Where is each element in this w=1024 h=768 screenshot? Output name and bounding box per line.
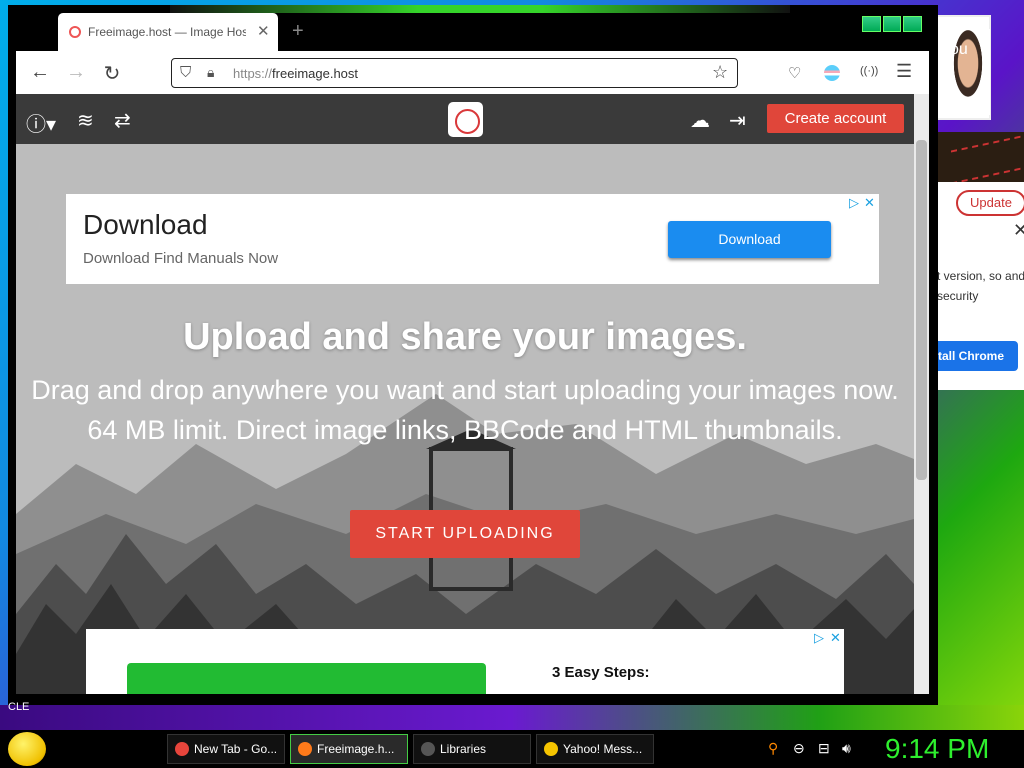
forward-arrow-icon[interactable]: → [64,61,88,84]
extension-2-icon[interactable]: ((·)) [860,65,878,77]
photo-caption-2: te. [942,97,958,113]
bookmark-star-icon[interactable]: ☆ [712,62,728,83]
url-text: https://freeimage.host [233,66,358,81]
notification-text: t version, so and security [937,269,1024,303]
close-window-button[interactable] [903,16,923,32]
ad2-green-block[interactable] [127,663,486,694]
clock[interactable]: 9:14 PM [885,733,989,765]
taskbar-item-new-tab[interactable]: New Tab - Go... [167,734,285,764]
maximize-button[interactable] [882,16,902,32]
minimize-button[interactable] [862,16,881,32]
new-tab-button[interactable]: + [292,20,304,43]
ad-choices-icon[interactable]: ▷ [849,195,859,211]
shield-icon[interactable]: ⛉ [180,64,191,81]
status-icon[interactable]: ⊖ [793,740,805,757]
create-account-button[interactable]: Create account [767,104,904,133]
ad2-text: 3 Easy Steps: [552,664,650,681]
ad2-close-icon[interactable]: ✕ [830,630,841,646]
menu-icon[interactable]: ☰ [896,61,912,82]
upload-cloud-icon[interactable]: ☁ [690,108,710,133]
tab-close-icon[interactable]: ✕ [257,22,270,40]
ad-close-icon[interactable]: ✕ [864,195,875,211]
sign-in-icon[interactable]: ⇥ [729,108,746,133]
tab-title: Freeimage.host — Image Hosting [88,25,246,39]
layers-icon[interactable]: ≋ [77,108,94,133]
hero-subtext: Drag and drop anywhere you want and star… [31,375,899,445]
notification-close-icon[interactable]: ✕ [1013,220,1024,241]
ad2-choices-icon[interactable]: ▷ [814,630,824,646]
search-icon[interactable]: ⚲ [768,740,778,757]
info-menu-icon[interactable]: ⓘ▾ [26,108,56,137]
ad-subtitle: Download Find Manuals Now [83,250,279,267]
volume-icon[interactable]: 🔊︎ [842,740,851,757]
chrome-icon [175,742,189,756]
tab-favicon-icon [69,26,81,38]
scrollbar-thumb[interactable] [916,140,927,480]
taskbar-item-label: New Tab - Go... [194,742,278,756]
back-arrow-icon[interactable]: ← [28,61,52,84]
install-chrome-button[interactable]: tall Chrome [936,341,1018,371]
pocket-icon[interactable]: ♡ [788,64,801,82]
site-logo[interactable] [448,102,483,137]
yahoo-icon [544,742,558,756]
start-uploading-button[interactable]: START UPLOADING [350,510,580,558]
url-scheme: https:// [233,66,273,81]
taskbar-item-label: Libraries [440,742,487,756]
folder-icon [421,742,435,756]
taskbar-item-yahoo[interactable]: Yahoo! Mess... [536,734,654,764]
taskbar-item-label: Freeimage.h... [317,742,395,756]
network-icon[interactable]: ⊟ [818,740,830,757]
firefox-icon [298,742,312,756]
photo-thumbnail: you te. [936,15,991,120]
taskbar-item-libraries[interactable]: Libraries [413,734,531,764]
lock-icon[interactable]: 🔒︎ [207,64,214,81]
taskbar-item-freeimage[interactable]: Freeimage.h... [290,734,408,764]
shuffle-icon[interactable]: ⇄ [114,108,131,133]
start-button-smiley-icon[interactable] [8,732,46,766]
desktop-label: CLE [8,701,30,713]
desktop-strip [0,705,1024,730]
update-button[interactable]: Update [956,190,1024,216]
taskbar-item-label: Yahoo! Mess... [563,742,643,756]
window-accent-line [170,5,790,13]
photo-caption: you [942,41,968,58]
hero-headline: Upload and share your images. [183,316,747,358]
window-controls[interactable] [862,16,923,32]
extension-icon[interactable] [824,65,840,81]
url-domain: freeimage.host [272,66,359,81]
ad-download-button[interactable]: Download [668,221,831,258]
ad-title: Download [83,209,208,240]
reload-icon[interactable]: ↻ [100,61,124,86]
